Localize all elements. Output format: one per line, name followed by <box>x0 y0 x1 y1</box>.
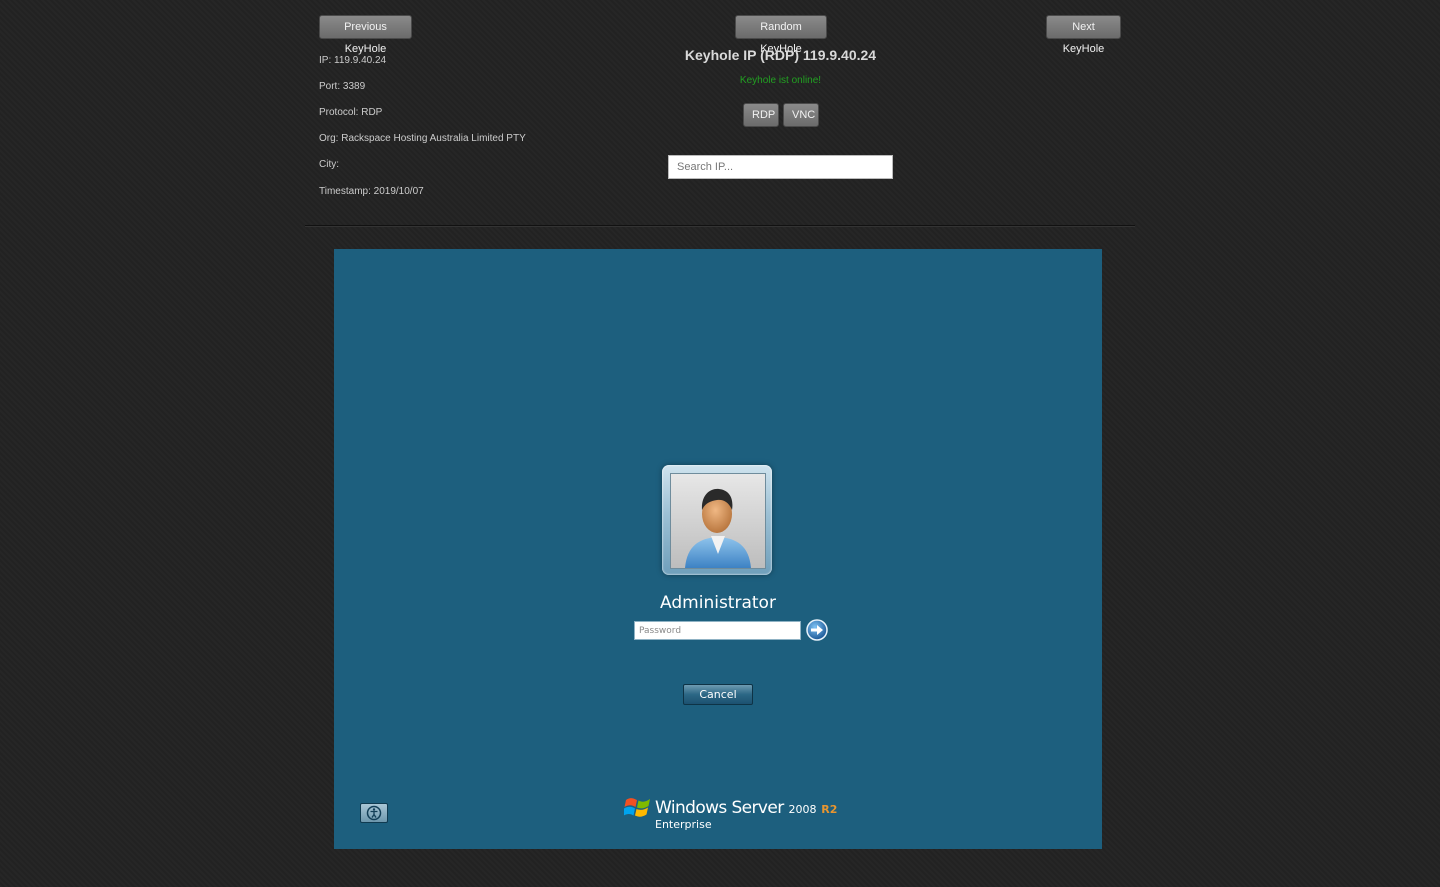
random-keyhole-button[interactable]: Random KeyHole <box>735 15 827 55</box>
page-title: Keyhole IP (RDP) 119.9.40.24 <box>684 47 877 63</box>
windows-server-logo: Windows Server 2008 R2 Enterprise <box>624 793 837 835</box>
next-keyhole-button[interactable]: Next KeyHole <box>1046 15 1121 55</box>
keyhole-page: Previous KeyHole Random KeyHole Next Key… <box>0 0 1440 887</box>
ease-of-access-icon <box>366 805 382 821</box>
rdp-button[interactable]: RDP <box>743 103 779 127</box>
password-field[interactable] <box>634 621 801 640</box>
remote-screen[interactable]: Administrator Cancel Windows Server 2008… <box>334 249 1102 849</box>
info-timestamp: Timestamp: 2019/10/07 <box>319 186 424 197</box>
info-org: Org: Rackspace Hosting Australia Limited… <box>319 133 526 144</box>
previous-keyhole-button[interactable]: Previous KeyHole <box>319 15 412 55</box>
user-icon <box>685 488 751 568</box>
username-label: Administrator <box>660 593 776 613</box>
logo-edition: Enterprise <box>655 818 712 831</box>
info-city: City: <box>319 159 339 170</box>
logo-release: R2 <box>821 803 838 816</box>
logo-version: 2008 <box>788 803 817 816</box>
logo-brand-name: Windows Server <box>655 798 784 818</box>
arrow-right-icon[interactable] <box>806 619 828 641</box>
vnc-button[interactable]: VNC <box>783 103 819 127</box>
info-ip: IP: 119.9.40.24 <box>319 55 387 66</box>
search-ip-input[interactable] <box>668 155 893 179</box>
info-protocol: Protocol: RDP <box>319 107 383 118</box>
cancel-button[interactable]: Cancel <box>683 684 753 705</box>
info-port: Port: 3389 <box>319 81 366 92</box>
avatar <box>670 473 766 569</box>
windows-flag-icon <box>624 798 650 817</box>
logo-brand: Windows Server 2008 R2 <box>655 798 837 818</box>
ease-of-access-button[interactable] <box>360 803 388 823</box>
user-avatar-frame <box>662 465 772 575</box>
status-message: Keyhole ist online! <box>739 75 822 86</box>
divider <box>305 225 1135 227</box>
